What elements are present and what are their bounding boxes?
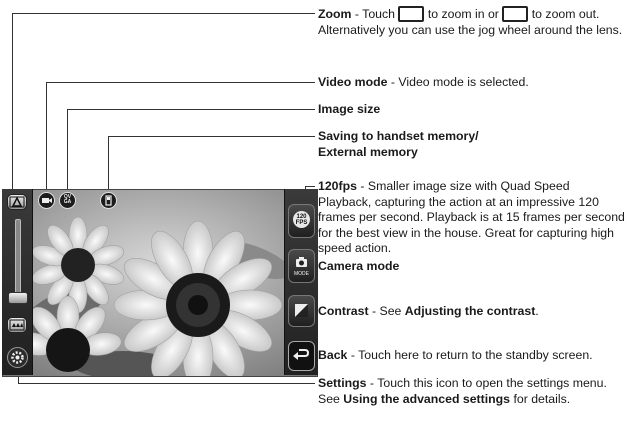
fps-icon[interactable]: 120 FPS <box>288 204 315 238</box>
zoom-callout-line <box>12 13 315 14</box>
mode-control-bar: 120 FPS MODE <box>284 189 318 375</box>
settings-text-b: for details. <box>510 391 571 406</box>
memory-callout-drop <box>108 136 109 192</box>
contrast-label: Contrast <box>318 304 369 318</box>
back-label: Back <box>318 348 348 362</box>
video-mode-text: - Video mode is selected. <box>387 75 529 89</box>
camera-mode-callout: Camera mode <box>318 259 626 275</box>
image-size-label: QV GA <box>63 194 72 205</box>
contrast-icon[interactable] <box>288 295 315 327</box>
zoom-out-icon <box>502 6 529 22</box>
size-callout-drop <box>67 109 68 192</box>
contrast-callout: Contrast - See Adjusting the contrast. <box>318 304 626 320</box>
video-mode-label: Video mode <box>318 75 388 89</box>
back-callout: Back - Touch here to return to the stand… <box>318 348 626 364</box>
image-size-label-text: Image size <box>318 102 381 116</box>
zoom-label: Zoom <box>318 7 352 21</box>
camera-mode-label: Camera mode <box>318 259 400 273</box>
camera-mode-icon[interactable]: MODE <box>288 249 315 283</box>
contrast-link: Adjusting the contrast <box>404 304 536 318</box>
contrast-text-b: . <box>535 304 539 318</box>
image-size-callout: Image size <box>318 102 626 118</box>
zoom-in-icon[interactable] <box>7 194 27 210</box>
viewfinder-photo <box>3 190 317 376</box>
zoom-slider-track[interactable] <box>15 219 21 301</box>
settings-label: Settings <box>318 376 367 390</box>
saving-label-line2: External memory <box>318 144 418 159</box>
settings-icon[interactable] <box>7 347 28 368</box>
zoom-slider-handle[interactable] <box>8 292 28 304</box>
zoom-callout: Zoom - Touch to zoom in or to zoom out. … <box>318 6 626 38</box>
saving-callout: Saving to handset memory/ External memor… <box>318 129 626 160</box>
fps-button-label: 120 FPS <box>295 214 308 226</box>
fps-label: 120fps <box>318 179 357 193</box>
zoom-control-bar <box>2 189 33 375</box>
memory-icon <box>100 192 117 209</box>
back-text: - Touch here to return to the standby sc… <box>347 348 593 362</box>
video-mode-callout: Video mode - Video mode is selected. <box>318 75 626 91</box>
mode-button-label: MODE <box>294 271 309 277</box>
image-size-icon: QV GA <box>59 192 76 209</box>
settings-callout: Settings - Touch this icon to open the s… <box>318 376 626 407</box>
memory-callout-line <box>108 136 315 137</box>
video-callout-line <box>46 82 315 83</box>
video-callout-drop <box>46 82 47 192</box>
zoom-in-icon <box>398 6 425 22</box>
zoom-out-icon[interactable] <box>7 317 27 333</box>
camera-viewfinder <box>2 189 318 377</box>
zoom-text-b: to zoom in or <box>424 7 503 21</box>
zoom-callout-drop <box>12 13 13 199</box>
video-mode-icon <box>38 192 55 209</box>
back-icon[interactable] <box>288 341 315 371</box>
settings-link: Using the advanced settings <box>343 391 511 406</box>
contrast-text-a: - See <box>368 304 405 318</box>
saving-label-line1: Saving to handset memory/ <box>318 129 479 143</box>
fps-text: - Smaller image size with Quad Speed Pla… <box>318 179 625 255</box>
zoom-text-a: - Touch <box>351 7 399 21</box>
fps-callout: 120fps - Smaller image size with Quad Sp… <box>318 179 626 257</box>
size-callout-line <box>67 109 315 110</box>
fps-callout-line <box>305 186 315 187</box>
settings-callout-line <box>18 383 315 384</box>
